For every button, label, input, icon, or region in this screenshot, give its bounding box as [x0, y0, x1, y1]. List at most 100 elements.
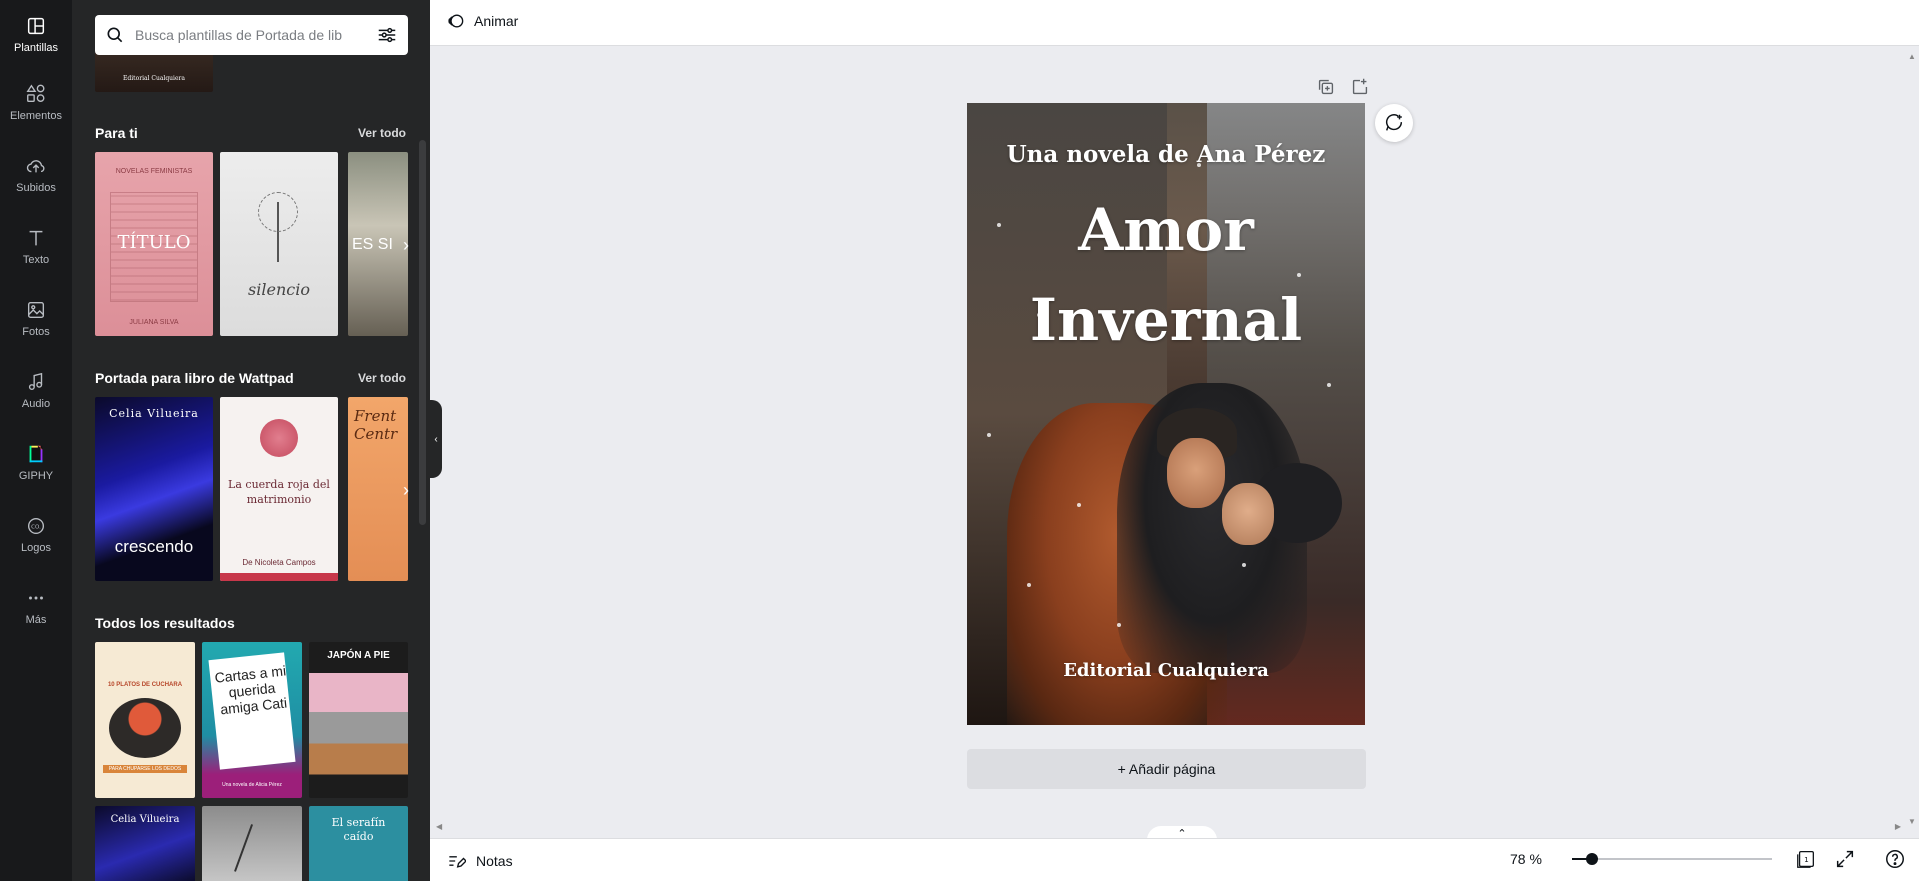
duplicate-page-icon[interactable] — [1315, 76, 1337, 98]
rail-item-uploads[interactable]: Subidos — [0, 142, 72, 206]
template-thumb[interactable]: JAPÓN A PIE — [309, 642, 408, 798]
thumb-text: crescendo — [114, 537, 194, 556]
rail-item-more[interactable]: Más — [0, 574, 72, 638]
chevron-left-icon: ‹ — [434, 433, 438, 445]
scroll-up-icon[interactable]: ▲ — [1908, 52, 1916, 61]
templates-panel: Editorial Cualquiera Busca plantillas de… — [72, 0, 430, 881]
animate-icon — [448, 14, 464, 28]
rail-label: Más — [25, 613, 47, 626]
fullscreen-button[interactable] — [1834, 848, 1856, 870]
rail-label: Subidos — [16, 181, 56, 194]
snowflake — [1242, 563, 1246, 567]
snowflake — [1027, 583, 1031, 587]
section-title-for-you: Para ti — [95, 125, 138, 141]
elements-icon — [26, 84, 45, 102]
template-thumb[interactable]: Celia Vilueira — [95, 806, 195, 881]
photos-icon — [27, 301, 45, 318]
carousel-next-icon[interactable]: › — [395, 234, 417, 256]
thumb-text: ES SI — [352, 236, 393, 253]
snowflake — [1327, 383, 1331, 387]
template-thumb[interactable]: Cartas a mi querida amiga Cati Una novel… — [202, 642, 302, 798]
thumb-stripe — [220, 573, 338, 581]
snowflake — [1077, 503, 1081, 507]
pot-illustration — [109, 698, 181, 758]
rail-item-photos[interactable]: Fotos — [0, 286, 72, 350]
cover-title[interactable]: Amor Invernal — [967, 185, 1365, 365]
template-thumb[interactable]: silencio — [220, 152, 338, 336]
zoom-slider-handle[interactable] — [1586, 853, 1598, 865]
add-page-icon[interactable] — [1349, 76, 1371, 98]
rail-item-templates[interactable]: Plantillas — [0, 2, 72, 66]
thumb-text: Celia Vilueira — [109, 407, 199, 420]
see-all-link[interactable]: Ver todo — [358, 371, 406, 385]
scroll-right-icon[interactable]: ▶ — [1895, 822, 1901, 831]
help-icon — [1886, 850, 1904, 868]
cover-subtitle[interactable]: Una novela de Ana Pérez — [967, 141, 1365, 168]
rail-item-text[interactable]: Texto — [0, 214, 72, 278]
cover-photo-figure — [1222, 483, 1274, 545]
tree-illustration — [258, 192, 298, 232]
filter-icon[interactable] — [376, 24, 398, 46]
dancer-illustration — [234, 824, 270, 878]
snowflake — [987, 433, 991, 437]
collapse-panel-button[interactable]: ‹ — [430, 400, 442, 478]
cover-title-line: Invernal — [1029, 286, 1303, 354]
help-button[interactable] — [1884, 848, 1906, 870]
rail-label: Texto — [22, 253, 50, 266]
book-cover-page[interactable]: Una novela de Ana Pérez Amor Invernal Ed… — [967, 103, 1365, 725]
rail-item-logos[interactable]: CO. Logos — [0, 502, 72, 566]
template-thumb[interactable]: El serafín caído — [309, 806, 408, 881]
thumb-text: La cuerda roja del matrimonio — [228, 478, 330, 506]
template-thumb[interactable]: Celia Vilueira crescendo — [95, 397, 213, 581]
cover-publisher[interactable]: Editorial Cualquiera — [967, 660, 1365, 681]
thumb-text: JULIANA SILVA — [129, 319, 179, 326]
page-actions — [1303, 76, 1371, 98]
cover-title-line: Amor — [1078, 196, 1254, 264]
scroll-down-icon[interactable]: ▼ — [1908, 817, 1916, 826]
canvas-vertical-scrollbar[interactable]: ▲ ▼ — [1905, 46, 1919, 826]
scroll-left-icon[interactable]: ◀ — [436, 822, 442, 831]
add-comment-button[interactable] — [1375, 104, 1413, 142]
thumb-text: Celia Vilueira — [110, 814, 180, 825]
notes-label: Notas — [476, 853, 513, 869]
pages-icon: 1 — [1797, 851, 1814, 868]
zoom-level[interactable]: 78 % — [1510, 851, 1542, 867]
search-input[interactable]: Busca plantillas de Portada de lib — [135, 27, 376, 43]
thumb-text: JAPÓN A PIE — [327, 650, 390, 661]
thumb-text: TÍTULO — [117, 232, 191, 253]
templates-icon — [27, 17, 45, 34]
see-all-link[interactable]: Ver todo — [358, 126, 406, 140]
left-rail: Plantillas Elementos Subidos Texto Fotos… — [0, 0, 72, 881]
thumb-text: 10 PLATOS DE CUCHARA — [107, 682, 183, 688]
expand-icon — [1836, 850, 1854, 868]
rail-item-audio[interactable]: Audio — [0, 358, 72, 422]
page-count-button[interactable]: 1 — [1795, 848, 1817, 870]
carousel-next-icon[interactable]: › — [395, 479, 417, 501]
template-thumb[interactable]: NOVELAS FEMINISTAS TÍTULO JULIANA SILVA — [95, 152, 213, 336]
zoom-slider-track[interactable] — [1572, 858, 1772, 860]
search-bar[interactable]: Busca plantillas de Portada de lib — [95, 15, 408, 55]
animate-button[interactable]: Animar — [446, 11, 518, 31]
thumb-text: PARA CHUPARSE LOS DEDOS — [103, 765, 187, 773]
notes-button[interactable]: Notas — [446, 851, 513, 871]
rail-label: Fotos — [22, 325, 50, 338]
add-page-button[interactable]: + Añadir página — [967, 749, 1366, 789]
rail-label: Logos — [21, 541, 51, 554]
top-toolbar: Animar — [430, 0, 1919, 46]
thumb-text: Editorial Cualquiera — [123, 75, 185, 82]
animate-label: Animar — [474, 13, 519, 29]
svg-text:1: 1 — [1804, 855, 1809, 864]
giphy-icon — [29, 445, 43, 462]
template-thumb[interactable]: 10 PLATOS DE CUCHARA PARA CHUPARSE LOS D… — [95, 642, 195, 798]
rail-item-giphy[interactable]: GIPHY — [0, 430, 72, 494]
cover-photo-figure — [1167, 438, 1225, 508]
logos-icon: CO. — [27, 517, 45, 534]
panel-scrollbar[interactable] — [419, 140, 426, 525]
rail-label: Plantillas — [13, 41, 59, 54]
section-title-wattpad: Portada para libro de Wattpad — [95, 370, 294, 386]
template-thumb[interactable] — [202, 806, 302, 881]
rail-item-elements[interactable]: Elementos — [0, 70, 72, 134]
svg-text:CO.: CO. — [31, 524, 41, 530]
rail-label: Elementos — [10, 109, 62, 122]
template-thumb[interactable]: La cuerda roja del matrimonio De Nicolet… — [220, 397, 338, 581]
